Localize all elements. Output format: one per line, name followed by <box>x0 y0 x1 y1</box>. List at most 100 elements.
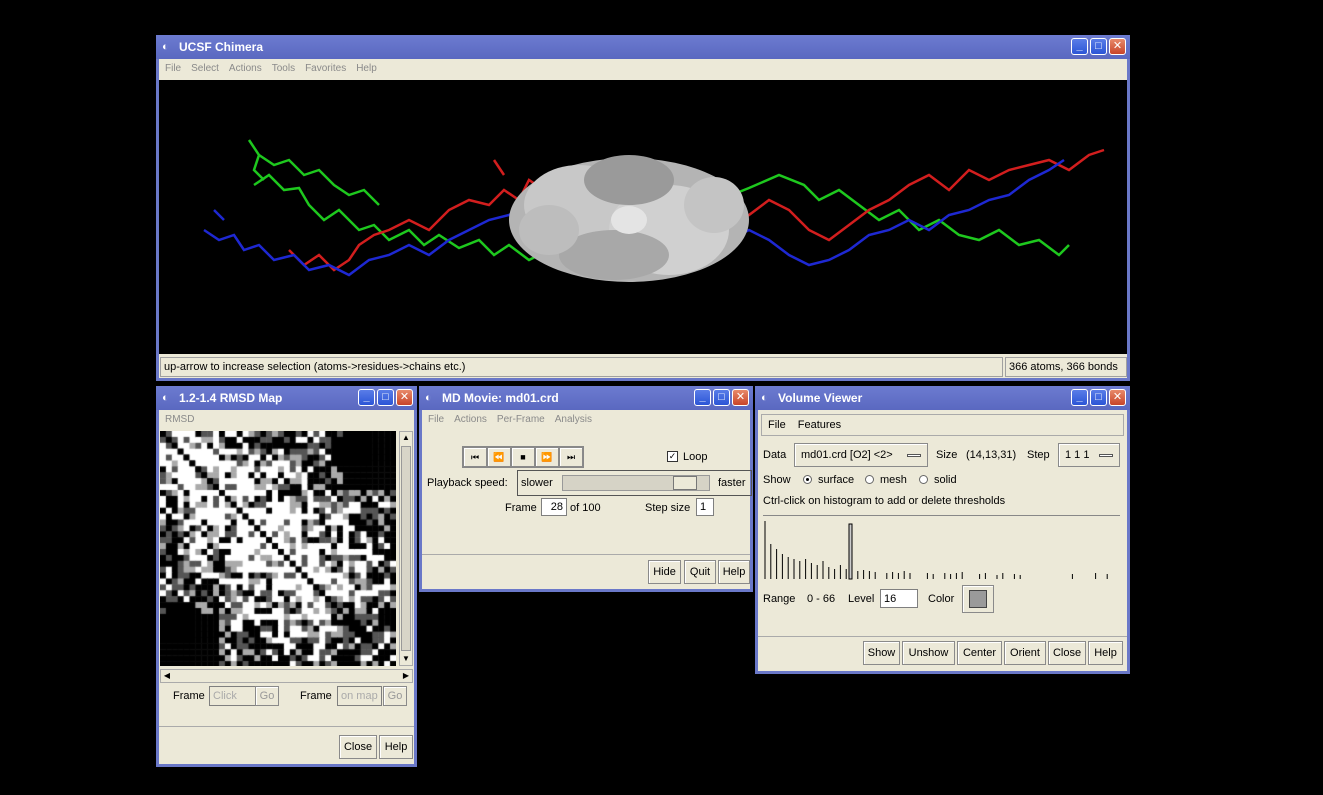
go-button-2[interactable]: Go <box>383 686 407 706</box>
go-button-1[interactable]: Go <box>255 686 279 706</box>
speed-slider-track[interactable] <box>562 475 710 491</box>
scroll-left-arrow-icon[interactable]: ◀ <box>161 670 173 682</box>
close-button[interactable]: ✕ <box>732 389 749 406</box>
loop-checkbox[interactable]: ✓ <box>667 451 678 462</box>
md-movie-window: ◐ MD Movie: md01.crd _ □ ✕ File Actions … <box>419 386 753 592</box>
rewind-icon[interactable]: ⏪ <box>487 447 511 467</box>
mesh-radio[interactable] <box>865 475 874 484</box>
last-frame-icon[interactable]: ⏭ <box>559 447 583 467</box>
scroll-thumb[interactable] <box>401 446 411 651</box>
speed-slider-thumb[interactable] <box>673 476 697 490</box>
menu-features[interactable]: Features <box>798 419 841 431</box>
loop-label: Loop <box>683 451 708 463</box>
menu-favorites[interactable]: Favorites <box>305 63 346 74</box>
step-size-label: Step size <box>645 502 691 514</box>
maximize-button[interactable]: □ <box>377 389 394 406</box>
surface-radio[interactable] <box>803 475 812 484</box>
range-value: 0 - 66 <box>807 593 836 605</box>
threshold-histogram[interactable] <box>763 515 1120 581</box>
status-message: up-arrow to increase selection (atoms->r… <box>160 357 1003 377</box>
rmsd-horizontal-scrollbar[interactable]: ◀ ▶ <box>160 669 413 683</box>
menu-actions[interactable]: Actions <box>454 414 487 425</box>
volume-viewer-window: ◐ Volume Viewer _ □ ✕ File Features Data… <box>755 386 1130 674</box>
menu-tools[interactable]: Tools <box>272 63 295 74</box>
maximize-button[interactable]: □ <box>1090 38 1107 55</box>
close-button[interactable]: Close <box>1048 641 1086 665</box>
frame-input-2[interactable]: on map <box>337 686 382 706</box>
playback-controls: ⏮ ⏪ ■ ⏩ ⏭ <box>462 446 584 468</box>
rmsd-heatmap[interactable] <box>160 431 396 666</box>
chimera-menubar: File Select Actions Tools Favorites Help <box>159 59 1127 77</box>
menu-per-frame[interactable]: Per-Frame <box>497 414 545 425</box>
histogram-hint: Ctrl-click on histogram to add or delete… <box>763 495 1006 507</box>
menu-select[interactable]: Select <box>191 63 219 74</box>
data-dropdown-value: md01.crd [O2] <2> <box>801 449 893 461</box>
color-swatch <box>969 590 987 608</box>
md-divider <box>422 554 750 555</box>
close-button[interactable]: ✕ <box>1109 389 1126 406</box>
md-movie-title: MD Movie: md01.crd <box>442 391 559 405</box>
orient-button[interactable]: Orient <box>1004 641 1046 665</box>
step-label: Step <box>1027 449 1050 461</box>
rmsd-menubar: RMSD <box>159 410 414 428</box>
menu-help[interactable]: Help <box>356 63 377 74</box>
faster-label: faster <box>718 477 746 489</box>
help-button[interactable]: Help <box>718 560 750 584</box>
scroll-right-arrow-icon[interactable]: ▶ <box>400 670 412 682</box>
chimera-titlebar[interactable]: ◐ UCSF Chimera _ □ ✕ <box>156 35 1130 59</box>
green-chain-branch <box>247 139 265 181</box>
close-button[interactable]: Close <box>339 735 377 759</box>
menu-rmsd[interactable]: RMSD <box>165 414 194 425</box>
hide-button[interactable]: Hide <box>648 560 681 584</box>
volume-titlebar[interactable]: ◐ Volume Viewer _ □ ✕ <box>755 386 1130 410</box>
step-size-input[interactable]: 1 <box>696 498 714 516</box>
scroll-up-arrow-icon[interactable]: ▲ <box>400 432 412 444</box>
step-dropdown-value: 1 1 1 <box>1065 449 1090 461</box>
rmsd-vertical-scrollbar[interactable]: ▲ ▼ <box>399 431 413 666</box>
color-button[interactable] <box>962 585 994 613</box>
blue-chain-branch <box>213 209 225 221</box>
help-button[interactable]: Help <box>379 735 413 759</box>
size-value: (14,13,31) <box>966 449 1017 461</box>
speed-slider-frame: slower faster <box>517 470 752 496</box>
rmsd-titlebar[interactable]: ◐ 1.2-1.4 RMSD Map _ □ ✕ <box>156 386 417 410</box>
menu-file[interactable]: File <box>428 414 444 425</box>
solid-radio[interactable] <box>919 475 928 484</box>
play-forward-icon[interactable]: ⏩ <box>535 447 559 467</box>
menu-file[interactable]: File <box>768 419 786 431</box>
center-button[interactable]: Center <box>957 641 1002 665</box>
minimize-button[interactable]: _ <box>1071 38 1088 55</box>
color-label: Color <box>928 593 955 605</box>
menu-analysis[interactable]: Analysis <box>555 414 592 425</box>
scroll-down-arrow-icon[interactable]: ▼ <box>400 653 412 665</box>
frame-input[interactable]: 28 <box>541 498 567 516</box>
step-dropdown[interactable]: 1 1 1 <box>1058 443 1120 467</box>
close-button[interactable]: ✕ <box>1109 38 1126 55</box>
first-frame-icon[interactable]: ⏮ <box>463 447 487 467</box>
minimize-button[interactable]: _ <box>358 389 375 406</box>
menu-file[interactable]: File <box>165 63 181 74</box>
frame-input-1[interactable]: Click <box>209 686 259 706</box>
chimera-window: ◐ UCSF Chimera _ □ ✕ File Select Actions… <box>156 35 1130 381</box>
stop-icon[interactable]: ■ <box>511 447 535 467</box>
maximize-button[interactable]: □ <box>713 389 730 406</box>
threshold-marker[interactable] <box>848 523 853 580</box>
md-movie-titlebar[interactable]: ◐ MD Movie: md01.crd _ □ ✕ <box>419 386 753 410</box>
close-button[interactable]: ✕ <box>396 389 413 406</box>
molecule-viewport[interactable] <box>159 80 1127 354</box>
minimize-button[interactable]: _ <box>694 389 711 406</box>
frame-label: Frame <box>505 502 537 514</box>
show-button[interactable]: Show <box>863 641 900 665</box>
volume-title: Volume Viewer <box>778 391 863 405</box>
rmsd-app-icon: ◐ <box>162 392 169 404</box>
unshow-button[interactable]: Unshow <box>902 641 955 665</box>
data-dropdown[interactable]: md01.crd [O2] <2> <box>794 443 928 467</box>
quit-button[interactable]: Quit <box>684 560 716 584</box>
minimize-button[interactable]: _ <box>1071 389 1088 406</box>
isosurface-blob <box>509 155 749 282</box>
help-button[interactable]: Help <box>1088 641 1123 665</box>
menu-actions[interactable]: Actions <box>229 63 262 74</box>
volume-menubar: File Features <box>761 414 1124 436</box>
level-input[interactable]: 16 <box>880 589 918 608</box>
maximize-button[interactable]: □ <box>1090 389 1107 406</box>
